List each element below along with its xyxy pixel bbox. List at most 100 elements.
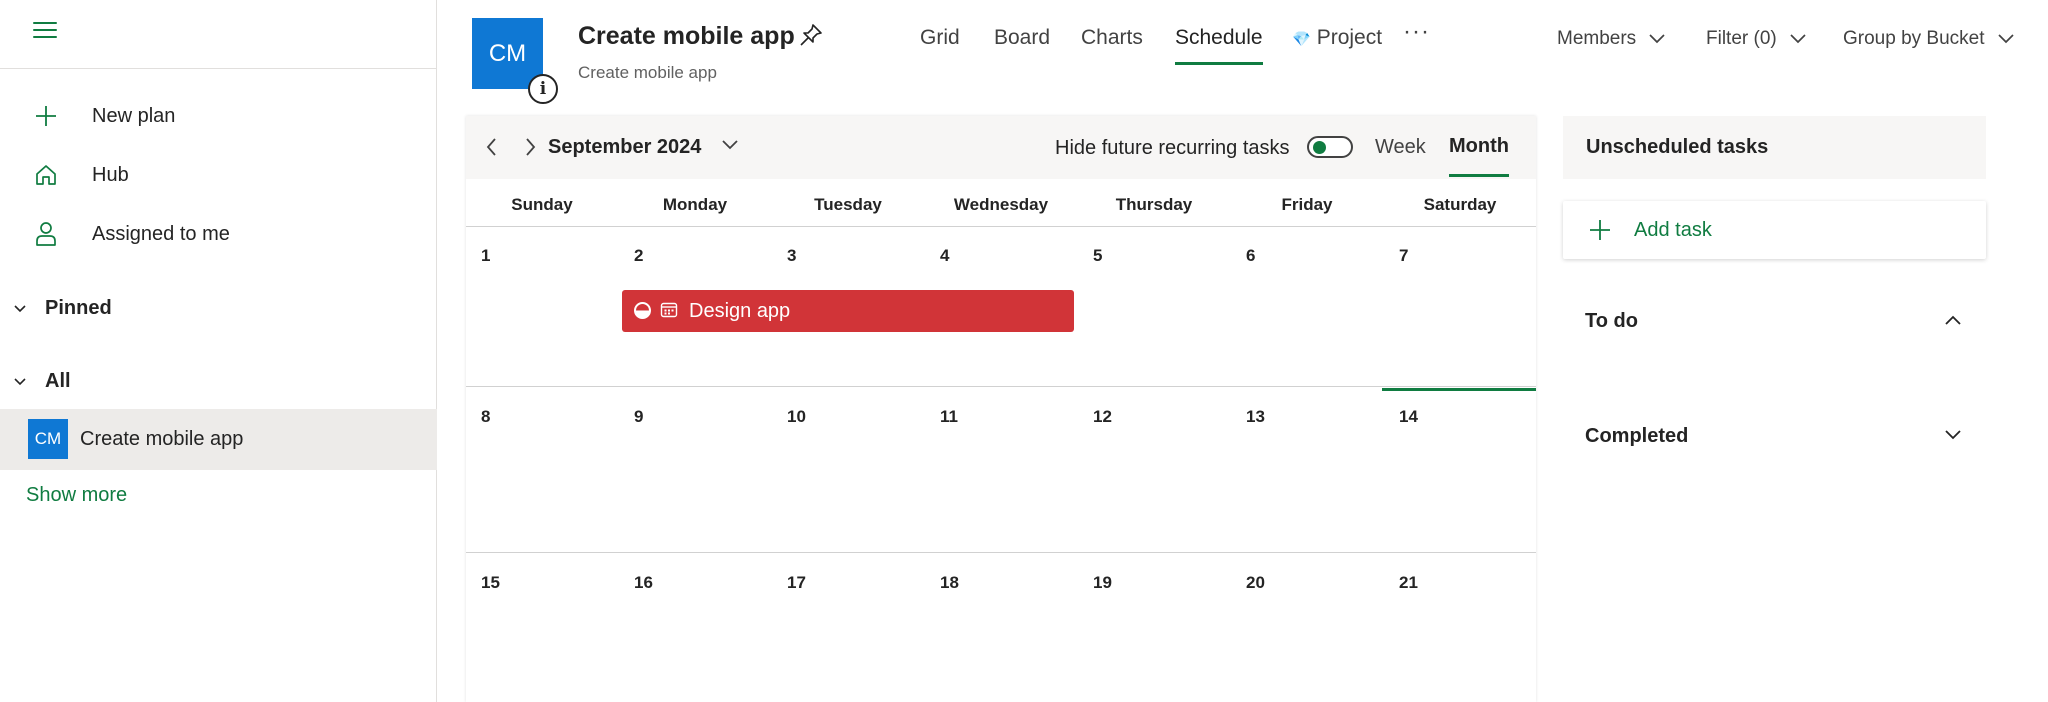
chevron-up-icon [1945, 315, 1961, 325]
day-cell[interactable]: 9 [619, 388, 771, 552]
day-number: 2 [634, 246, 644, 265]
show-more-link[interactable]: Show more [26, 484, 127, 507]
day-header: Thursday [1115, 195, 1193, 214]
day-number: 12 [1093, 407, 1112, 426]
day-cell[interactable]: 13 [1231, 388, 1383, 552]
home-icon [33, 162, 59, 188]
sidebar-item-label: New plan [92, 104, 176, 127]
day-cell-today[interactable]: 14 [1384, 388, 1536, 552]
sidebar-divider [0, 68, 437, 69]
day-number: 6 [1246, 246, 1256, 265]
day-number: 3 [787, 246, 797, 265]
plus-icon [33, 103, 59, 129]
day-number: 20 [1246, 573, 1265, 592]
day-cell[interactable]: 15 [466, 554, 618, 702]
day-number: 1 [481, 246, 491, 265]
day-cell[interactable]: 17 [772, 554, 924, 702]
chevron-down-icon [14, 305, 26, 313]
day-cell[interactable]: 5 [1078, 227, 1230, 386]
calendar-week: 8 9 10 11 12 13 14 [466, 388, 1536, 553]
chevron-down-icon[interactable] [720, 138, 740, 152]
unscheduled-tasks-header: Unscheduled tasks [1563, 116, 1986, 179]
day-cell[interactable]: 12 [1078, 388, 1230, 552]
group-by-dropdown[interactable]: Group by Bucket [1843, 28, 2015, 50]
bucket-completed[interactable]: Completed [1563, 413, 1986, 459]
chevron-down-icon [1945, 430, 1961, 440]
day-header: Saturday [1423, 195, 1497, 214]
sidebar-plan-create-mobile-app[interactable]: CM Create mobile app [0, 409, 437, 470]
toggle-knob [1313, 141, 1326, 154]
day-cell[interactable]: 10 [772, 388, 924, 552]
day-cell[interactable]: 21 [1384, 554, 1536, 702]
day-number: 4 [940, 246, 950, 265]
chevron-left-icon[interactable] [482, 136, 502, 158]
sidebar-section-pinned[interactable]: Pinned [0, 285, 437, 331]
plus-icon [1590, 220, 1610, 240]
filter-dropdown[interactable]: Filter (0) [1706, 28, 1807, 50]
sidebar-plan-label: Create mobile app [80, 428, 244, 450]
add-task-label: Add task [1634, 219, 1712, 241]
pin-icon[interactable] [798, 22, 824, 48]
progress-half-icon [634, 302, 651, 319]
bucket-to-do[interactable]: To do [1563, 298, 1986, 344]
members-dropdown[interactable]: Members [1557, 28, 1666, 50]
day-number: 5 [1093, 246, 1103, 265]
day-number: 17 [787, 573, 806, 592]
day-cell[interactable]: 1 [466, 227, 618, 386]
day-cell[interactable]: 18 [925, 554, 1077, 702]
hide-recurring-toggle[interactable] [1307, 136, 1353, 158]
hamburger-menu-icon[interactable] [33, 19, 59, 39]
page-subtitle: Create mobile app [578, 63, 717, 82]
info-icon[interactable]: i [528, 74, 558, 104]
day-number: 19 [1093, 573, 1112, 592]
day-header: Sunday [511, 195, 573, 214]
task-bar-design-app[interactable]: Design app [622, 290, 1074, 332]
sidebar-item-new-plan[interactable]: New plan [0, 90, 437, 142]
day-cell[interactable]: 7 [1384, 227, 1536, 386]
day-number: 15 [481, 573, 500, 592]
month-selector[interactable]: September 2024 [548, 136, 701, 159]
unscheduled-tasks-title: Unscheduled tasks [1586, 136, 1769, 158]
page-title: Create mobile app [578, 22, 795, 50]
day-cell[interactable]: 20 [1231, 554, 1383, 702]
diamond-icon: 💎 [1292, 31, 1311, 48]
left-sidebar: New plan Hub Assigned to me Pinned All C… [0, 0, 437, 702]
sidebar-item-assigned-to-me[interactable]: Assigned to me [0, 208, 437, 260]
sidebar-section-label: All [45, 369, 71, 392]
chevron-down-icon [1649, 34, 1665, 44]
day-cell[interactable]: 11 [925, 388, 1077, 552]
tab-board[interactable]: Board [994, 26, 1050, 66]
tab-schedule[interactable]: Schedule [1175, 26, 1263, 66]
view-week-button[interactable]: Week [1375, 136, 1426, 159]
add-task-button[interactable]: Add task [1563, 201, 1986, 259]
day-number: 13 [1246, 407, 1265, 426]
day-cell[interactable]: 6 [1231, 227, 1383, 386]
day-number: 16 [634, 573, 653, 592]
sidebar-item-hub[interactable]: Hub [0, 149, 437, 201]
tab-grid[interactable]: Grid [920, 26, 960, 66]
day-number: 14 [1399, 407, 1418, 426]
tab-charts[interactable]: Charts [1081, 26, 1143, 66]
chevron-down-icon [1997, 34, 2014, 44]
bucket-label: To do [1585, 310, 1638, 332]
plan-avatar: CM [28, 419, 68, 459]
more-options-icon[interactable]: ··· [1403, 18, 1430, 46]
day-cell[interactable]: 16 [619, 554, 771, 702]
chevron-down-icon [14, 378, 26, 386]
members-label: Members [1557, 28, 1637, 49]
tab-project[interactable]: 💎 Project [1292, 26, 1382, 66]
chevron-right-icon[interactable] [520, 136, 540, 158]
group-by-label: Group by Bucket [1843, 28, 1985, 49]
day-number: 7 [1399, 246, 1409, 265]
view-month-button[interactable]: Month [1449, 135, 1509, 177]
day-number: 11 [940, 407, 958, 426]
sidebar-section-all[interactable]: All [0, 358, 437, 404]
day-cell[interactable]: 19 [1078, 554, 1230, 702]
day-header: Monday [662, 195, 728, 214]
person-icon [33, 221, 59, 247]
schedule-calendar: September 2024 Hide future recurring tas… [466, 116, 1536, 702]
day-header: Friday [1281, 195, 1333, 214]
day-header: Wednesday [953, 195, 1049, 214]
day-cell[interactable]: 8 [466, 388, 618, 552]
sidebar-section-label: Pinned [45, 296, 112, 319]
